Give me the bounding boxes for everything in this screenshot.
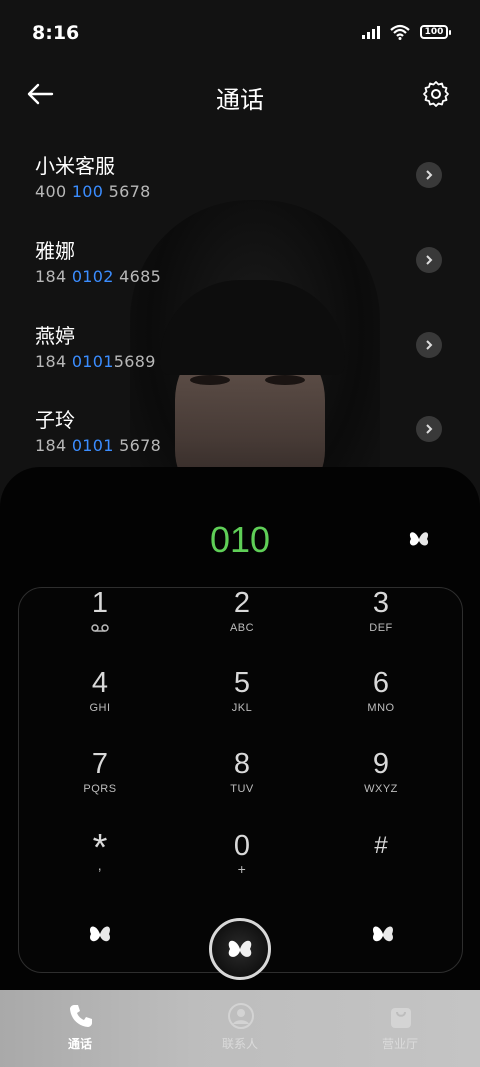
key-2[interactable]: 2 ABC [177, 588, 307, 658]
chevron-right-icon[interactable] [416, 162, 442, 188]
phone-screen: 8:16 100 通话 小米客服 400 100 5678 雅娜 184 010… [0, 0, 480, 1067]
page-title: 通话 [216, 86, 264, 114]
contact-number: 184 0102 4685 [35, 267, 162, 286]
key-5[interactable]: 5 JKL [177, 668, 307, 738]
butterfly-icon[interactable] [368, 921, 398, 947]
key-star[interactable]: *, [35, 829, 165, 901]
tab-label: 营业厅 [381, 1037, 418, 1051]
butterfly-icon[interactable] [85, 921, 115, 947]
shopping-bag-icon [391, 1008, 411, 1028]
tab-contacts[interactable]: 联系人 [160, 990, 320, 1067]
contact-row[interactable]: 燕婷 184 01015689 [0, 320, 480, 400]
status-bar: 8:16 100 [0, 0, 480, 64]
key-4[interactable]: 4 GHI [35, 668, 165, 738]
tab-service-hall[interactable]: 营业厅 [320, 990, 480, 1067]
status-icons: 100 [362, 24, 451, 40]
tab-label: 通话 [67, 1037, 92, 1051]
battery-icon: 100 [420, 25, 451, 39]
header: 通话 [0, 64, 480, 124]
wifi-icon [390, 24, 410, 40]
contact-name: 燕婷 [35, 324, 75, 348]
keypad: 1 2 ABC 3 DEF 4 GHI 5 JKL 6 MNO 7 PQRS 8T [18, 587, 463, 973]
call-button[interactable] [209, 918, 271, 980]
butterfly-icon [228, 940, 252, 957]
tab-label: 联系人 [221, 1037, 258, 1051]
key-hash[interactable]: # [316, 831, 446, 901]
key-7[interactable]: 7 PQRS [35, 749, 165, 819]
key-8[interactable]: 8 TUV [177, 749, 307, 819]
key-1[interactable]: 1 [35, 588, 165, 658]
gear-icon[interactable] [422, 80, 450, 108]
contact-name: 子玲 [35, 408, 75, 432]
key-0[interactable]: 0 + [177, 831, 307, 901]
chevron-right-icon[interactable] [416, 332, 442, 358]
contact-row[interactable]: 雅娜 184 0102 4685 [0, 235, 480, 315]
signal-icon [362, 25, 380, 39]
contact-row[interactable]: 小米客服 400 100 5678 [0, 150, 480, 230]
contact-number: 184 0101 5678 [35, 436, 162, 455]
butterfly-icon[interactable] [405, 527, 433, 551]
contact-number: 184 01015689 [35, 352, 156, 371]
key-6[interactable]: 6 MNO [316, 668, 446, 738]
person-icon [228, 1003, 254, 1029]
status-time: 8:16 [32, 22, 80, 44]
contact-number: 400 100 5678 [35, 182, 151, 201]
chevron-right-icon[interactable] [416, 416, 442, 442]
key-3[interactable]: 3 DEF [316, 588, 446, 658]
phone-icon [70, 1005, 92, 1027]
tab-calls[interactable]: 通话 [0, 990, 160, 1067]
bottom-tab-bar: 通话 联系人 营业厅 [0, 990, 480, 1067]
contact-name: 雅娜 [35, 239, 75, 263]
key-9[interactable]: 9 WXYZ [316, 749, 446, 819]
contact-name: 小米客服 [35, 154, 115, 178]
voicemail-icon [91, 624, 109, 632]
chevron-right-icon[interactable] [416, 247, 442, 273]
